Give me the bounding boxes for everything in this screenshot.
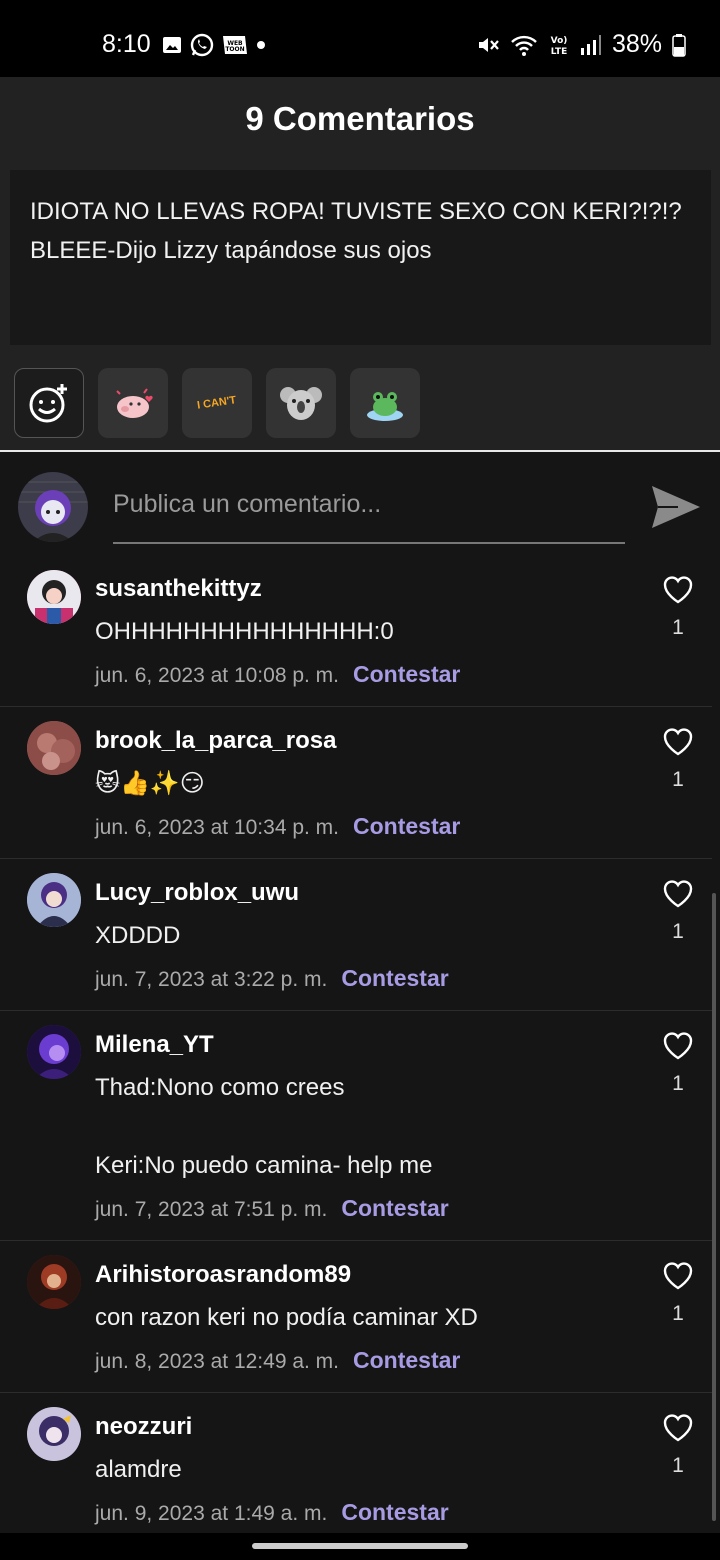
reply-button[interactable]: Contestar [353, 661, 460, 687]
heart-icon[interactable] [662, 727, 694, 757]
comment-date: jun. 7, 2023 at 3:22 p. m. [95, 968, 328, 991]
comment-meta: jun. 7, 2023 at 3:22 p. m. Contestar [95, 965, 449, 992]
comment-meta: jun. 7, 2023 at 7:51 p. m. Contestar [95, 1195, 449, 1222]
comment-username[interactable]: brook_la_parca_rosa [95, 727, 336, 755]
avatar[interactable] [27, 1255, 81, 1309]
page-title: 9 Comentarios [245, 100, 475, 137]
system-icons: Vo) LTE 38% [476, 30, 686, 59]
heart-icon[interactable] [662, 1413, 694, 1443]
comment-item: neozzuri alamdre jun. 9, 2023 at 1:49 a.… [0, 1393, 712, 1533]
notification-icons: WEB TOON [162, 33, 266, 57]
sticker-row: I CAN'T [0, 355, 720, 452]
home-indicator[interactable] [252, 1543, 468, 1549]
comment-item: Lucy_roblox_uwu XDDDD jun. 7, 2023 at 3:… [0, 859, 712, 1011]
quoted-text: IDIOTA NO LLEVAS ROPA! TUVISTE SEXO CON … [30, 198, 682, 264]
signal-icon [580, 34, 601, 55]
comment-text: XDDDD [95, 922, 181, 949]
comment-date: jun. 7, 2023 at 7:51 p. m. [95, 1198, 328, 1221]
comment-text: OHHHHHHHHHHHHHHH:0 [95, 618, 394, 645]
comment-username[interactable]: Milena_YT [95, 1031, 214, 1059]
like-count: 1 [672, 616, 684, 639]
battery-percent: 38% [611, 30, 662, 58]
sticker-pig[interactable] [98, 368, 168, 438]
koala-sticker-icon [280, 387, 322, 420]
comment-text: alamdre [95, 1456, 182, 1483]
sticker-i-cant[interactable]: I CAN'T [182, 368, 252, 438]
comment-input[interactable] [113, 484, 625, 544]
avatar[interactable] [27, 1407, 81, 1461]
svg-text:Vo): Vo) [551, 36, 568, 46]
reply-button[interactable]: Contestar [341, 1499, 448, 1525]
volte-icon: Vo)LTE [551, 36, 568, 57]
like-count: 1 [672, 1454, 684, 1477]
quoted-panel: IDIOTA NO LLEVAS ROPA! TUVISTE SEXO CON … [10, 170, 711, 345]
comment-username[interactable]: susanthekittyz [95, 575, 262, 603]
comment-text: 😻👍✨😏 [95, 770, 205, 797]
comment-meta: jun. 8, 2023 at 12:49 a. m. Contestar [95, 1347, 460, 1374]
comment-username[interactable]: Lucy_roblox_uwu [95, 879, 299, 907]
send-icon[interactable] [648, 480, 702, 534]
reply-button[interactable]: Contestar [353, 1347, 460, 1373]
heart-icon[interactable] [662, 1031, 694, 1061]
comment-text: Thad:Nono como crees Keri:No puedo camin… [95, 1074, 433, 1179]
comment-date: jun. 8, 2023 at 12:49 a. m. [95, 1350, 340, 1373]
comment-date: jun. 6, 2023 at 10:08 p. m. [95, 664, 340, 687]
compose-bar [0, 454, 720, 562]
webtoon-icon: WEBTOON [223, 36, 247, 54]
battery-icon [672, 33, 686, 57]
svg-text:LTE: LTE [551, 47, 568, 57]
comment-username[interactable]: Arihistoroasrandom89 [95, 1261, 351, 1289]
comment-meta: jun. 9, 2023 at 1:49 a. m. Contestar [95, 1499, 449, 1526]
comment-item: susanthekittyz OHHHHHHHHHHHHHHH:0 jun. 6… [0, 562, 712, 707]
mute-icon [478, 37, 499, 52]
reply-button[interactable]: Contestar [353, 813, 460, 839]
i-cant-sticker-label: I CAN'T [196, 394, 238, 412]
like-count: 1 [672, 1302, 684, 1325]
scrollbar[interactable] [712, 893, 716, 1521]
whatsapp-icon [190, 33, 214, 57]
like-count: 1 [672, 1072, 684, 1095]
avatar[interactable] [27, 873, 81, 927]
avatar[interactable] [27, 721, 81, 775]
heart-icon[interactable] [662, 1261, 694, 1291]
sticker-frog[interactable] [350, 368, 420, 438]
my-avatar [18, 472, 88, 542]
comment-date: jun. 6, 2023 at 10:34 p. m. [95, 816, 340, 839]
like-count: 1 [672, 768, 684, 791]
pig-sticker-icon [116, 388, 153, 418]
quoted-panel-area: IDIOTA NO LLEVAS ROPA! TUVISTE SEXO CON … [0, 160, 720, 355]
comment-item: Milena_YT Thad:Nono como crees Keri:No p… [0, 1011, 712, 1241]
dot-icon [257, 41, 265, 49]
heart-icon[interactable] [662, 879, 694, 909]
smiley-plus-icon [29, 384, 67, 423]
comment-date: jun. 9, 2023 at 1:49 a. m. [95, 1502, 328, 1525]
comment-username[interactable]: neozzuri [95, 1413, 192, 1441]
wifi-icon [511, 35, 537, 56]
comment-meta: jun. 6, 2023 at 10:08 p. m. Contestar [95, 661, 460, 688]
avatar[interactable] [27, 1025, 81, 1079]
comment-item: brook_la_parca_rosa 😻👍✨😏 jun. 6, 2023 at… [0, 707, 712, 859]
frog-sticker-icon [367, 392, 403, 421]
avatar[interactable] [27, 570, 81, 624]
add-sticker-button[interactable] [14, 368, 84, 438]
comment-item: Arihistoroasrandom89 con razon keri no p… [0, 1241, 712, 1393]
comment-text: con razon keri no podía caminar XD [95, 1304, 478, 1331]
sticker-koala[interactable] [266, 368, 336, 438]
reply-button[interactable]: Contestar [341, 965, 448, 991]
reply-button[interactable]: Contestar [341, 1195, 448, 1221]
heart-icon[interactable] [662, 575, 694, 605]
status-bar: 8:10 WEB TOON Vo) LTE 38% [0, 0, 720, 77]
gallery-icon [163, 37, 181, 53]
status-time: 8:10 [102, 30, 151, 58]
svg-text:TOON: TOON [225, 46, 244, 53]
like-count: 1 [672, 920, 684, 943]
comment-meta: jun. 6, 2023 at 10:34 p. m. Contestar [95, 813, 460, 840]
